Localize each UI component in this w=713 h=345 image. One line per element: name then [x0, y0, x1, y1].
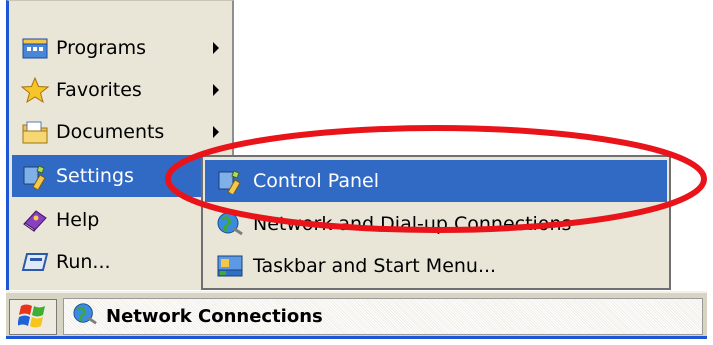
submenu-arrow-icon	[213, 42, 219, 54]
taskbar: Network Connections	[6, 291, 707, 339]
menu-item-run[interactable]: Run...	[12, 241, 229, 283]
taskbar-icon	[213, 250, 247, 282]
start-menu: Programs Favorites Documents Settings He…	[6, 0, 234, 290]
network-globe-icon	[213, 208, 247, 240]
menu-item-label: Documents	[56, 121, 165, 143]
start-button[interactable]	[9, 299, 57, 335]
menu-item-programs[interactable]: Programs	[12, 27, 229, 69]
menu-item-label: Programs	[56, 37, 147, 59]
submenu-item-network-connections[interactable]: Network and Dial-up Connections	[205, 203, 667, 245]
submenu-arrow-icon	[213, 126, 219, 138]
documents-icon	[18, 116, 52, 148]
run-icon	[18, 246, 52, 278]
menu-item-help[interactable]: Help	[12, 199, 229, 241]
menu-item-settings[interactable]: Settings	[12, 155, 229, 197]
windows-logo-icon	[17, 301, 48, 334]
help-book-icon	[18, 204, 52, 236]
submenu-arrow-icon	[213, 84, 219, 96]
favorites-star-icon	[18, 74, 52, 106]
taskbar-button-network-connections[interactable]: Network Connections	[63, 298, 703, 335]
menu-item-documents[interactable]: Documents	[12, 111, 229, 153]
menu-item-label: Help	[56, 209, 100, 231]
menu-item-label: Run...	[56, 251, 111, 273]
menu-item-label: Favorites	[56, 79, 142, 101]
network-globe-icon	[72, 302, 98, 331]
menu-item-favorites[interactable]: Favorites	[12, 69, 229, 111]
settings-submenu: Control Panel Network and Dial-up Connec…	[201, 155, 671, 290]
programs-icon	[18, 32, 52, 64]
submenu-item-label: Control Panel	[253, 170, 379, 192]
control-panel-icon	[213, 165, 247, 197]
settings-icon	[18, 160, 52, 192]
submenu-item-label: Network and Dial-up Connections	[253, 213, 572, 235]
menu-item-label: Settings	[56, 165, 134, 187]
taskbar-button-label: Network Connections	[106, 306, 323, 327]
submenu-item-control-panel[interactable]: Control Panel	[205, 160, 667, 202]
submenu-item-taskbar-start-menu[interactable]: Taskbar and Start Menu...	[205, 245, 667, 287]
submenu-item-label: Taskbar and Start Menu...	[253, 255, 497, 277]
